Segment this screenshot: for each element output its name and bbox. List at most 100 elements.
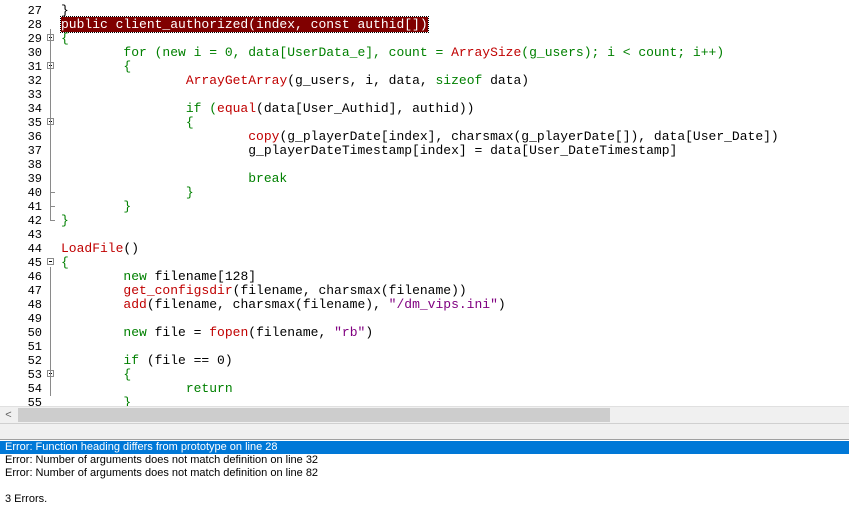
code-token: get_configsdir bbox=[61, 283, 233, 298]
code-line[interactable]: 52 if (file == 0) bbox=[0, 353, 849, 369]
code-token: { bbox=[61, 59, 132, 74]
code-text[interactable]: g_playerDateTimestamp[index] = data[User… bbox=[61, 144, 677, 158]
code-line[interactable]: 42} bbox=[0, 214, 849, 229]
code-token: equal bbox=[217, 101, 257, 116]
code-text[interactable]: { bbox=[61, 60, 131, 74]
panel-splitter[interactable] bbox=[0, 423, 849, 440]
code-text[interactable]: new filename[128] bbox=[61, 270, 256, 284]
code-line[interactable]: 45 { bbox=[0, 256, 849, 271]
code-text[interactable]: { bbox=[61, 368, 131, 382]
code-text[interactable]: copy(g_playerDate[index], charsmax(g_pla… bbox=[61, 130, 779, 144]
code-line[interactable]: 48 add(filename, charsmax(filename), "/d… bbox=[0, 297, 849, 313]
highlighted-code: public client_authorized(index, const au… bbox=[60, 16, 429, 33]
code-line[interactable]: 47 get_configsdir(filename, charsmax(fil… bbox=[0, 283, 849, 299]
code-line[interactable]: 37 g_playerDateTimestamp[index] = data[U… bbox=[0, 144, 849, 159]
code-token: (file == 0) bbox=[139, 353, 233, 368]
line-number: 49 bbox=[27, 312, 42, 326]
code-line[interactable]: 46 new filename[128] bbox=[0, 270, 849, 285]
code-text[interactable]: { bbox=[61, 32, 69, 46]
line-number: 31 bbox=[27, 60, 42, 74]
code-line[interactable]: 51 bbox=[0, 340, 849, 354]
code-line[interactable]: 39 break bbox=[0, 172, 849, 187]
code-line[interactable]: 36 copy(g_playerDate[index], charsmax(g_… bbox=[0, 130, 849, 145]
code-line[interactable]: 31 { bbox=[0, 60, 849, 75]
code-token: (filename, bbox=[248, 325, 335, 340]
code-text[interactable]: if (equal(data[User_Authid], authid)) bbox=[61, 101, 475, 116]
code-text[interactable]: } bbox=[61, 396, 131, 407]
code-line[interactable]: 30 for (new i = 0, data[UserData_e], cou… bbox=[0, 46, 849, 61]
code-text[interactable]: new file = fopen(filename, "rb") bbox=[61, 326, 373, 340]
code-editor[interactable]: 27} 28 public client_authorized(index, con… bbox=[0, 0, 849, 406]
error-message[interactable]: Error: Function heading differs from pro… bbox=[0, 441, 849, 454]
code-token: (data[User_Authid], authid)) bbox=[256, 101, 475, 116]
code-line[interactable]: 44 LoadFile() bbox=[0, 242, 849, 257]
output-panel[interactable]: Error: Function heading differs from pro… bbox=[0, 440, 849, 511]
line-number: 48 bbox=[27, 298, 42, 312]
code-line[interactable]: 43 bbox=[0, 228, 849, 242]
code-text[interactable]: } bbox=[61, 200, 131, 214]
code-line[interactable]: 38 bbox=[0, 158, 849, 172]
code-text[interactable]: { bbox=[61, 256, 69, 270]
code-token: "/dm_vips.ini" bbox=[388, 297, 498, 312]
code-line[interactable]: 32 ArrayGetArray(g_users, i, data, sizeo… bbox=[0, 74, 849, 89]
code-text[interactable]: add(filename, charsmax(filename), "/dm_v… bbox=[61, 297, 505, 312]
horizontal-scrollbar[interactable]: < bbox=[0, 406, 849, 423]
code-line[interactable]: 29 { bbox=[0, 32, 849, 47]
code-token: } bbox=[61, 3, 69, 18]
code-token: (g_users); i < count; i++) bbox=[521, 45, 725, 60]
code-line[interactable]: 27} bbox=[0, 4, 849, 19]
code-token: LoadFile bbox=[61, 241, 124, 256]
code-text[interactable]: if (file == 0) bbox=[61, 353, 233, 368]
line-number: 40 bbox=[27, 186, 42, 200]
code-line[interactable]: 41 } bbox=[0, 200, 849, 215]
line-number: 35 bbox=[27, 116, 42, 130]
code-token: () bbox=[123, 241, 140, 256]
code-text[interactable]: for (new i = 0, data[UserData_e], count … bbox=[61, 46, 724, 60]
code-text[interactable]: } bbox=[61, 186, 194, 200]
scroll-left-arrow-icon[interactable]: < bbox=[0, 407, 17, 423]
error-message[interactable]: Error: Number of arguments does not matc… bbox=[0, 454, 849, 467]
line-number: 50 bbox=[27, 326, 42, 340]
line-number: 33 bbox=[27, 88, 42, 102]
code-text[interactable]: LoadFile() bbox=[61, 242, 139, 256]
code-line[interactable]: 35 { bbox=[0, 116, 849, 131]
code-token: (g_playerDate[index], charsmax(g_playerD… bbox=[279, 129, 779, 144]
code-line[interactable]: 53 { bbox=[0, 368, 849, 383]
line-number: 29 bbox=[27, 32, 42, 46]
code-line[interactable]: 40 } bbox=[0, 186, 849, 201]
code-text[interactable]: ArrayGetArray(g_users, i, data, sizeof d… bbox=[61, 74, 529, 88]
scrollbar-thumb[interactable] bbox=[18, 408, 610, 422]
code-line[interactable]: 50 new file = fopen(filename, "rb") bbox=[0, 326, 849, 341]
code-token: (filename, charsmax(filename)) bbox=[232, 283, 467, 298]
line-number: 47 bbox=[27, 284, 42, 298]
code-line[interactable]: 34 if (equal(data[User_Authid], authid)) bbox=[0, 101, 849, 117]
code-text[interactable]: get_configsdir(filename, charsmax(filena… bbox=[61, 283, 467, 298]
line-number: 51 bbox=[27, 340, 42, 354]
code-text[interactable]: public client_authorized(index, const au… bbox=[60, 16, 429, 33]
code-token: if ( bbox=[61, 101, 218, 116]
line-number: 39 bbox=[27, 172, 42, 186]
code-text[interactable]: break bbox=[61, 172, 287, 186]
code-token: g_playerDateTimestamp[index] = data[User… bbox=[61, 143, 678, 158]
error-message[interactable]: Error: Number of arguments does not matc… bbox=[0, 467, 849, 480]
line-number: 28 bbox=[27, 18, 42, 32]
code-text[interactable]: } bbox=[61, 4, 69, 18]
code-line[interactable]: 54 return bbox=[0, 382, 849, 397]
code-line[interactable]: 49 bbox=[0, 312, 849, 326]
code-line[interactable]: 55 } bbox=[0, 396, 849, 407]
code-token: { bbox=[61, 255, 69, 270]
line-number: 34 bbox=[27, 102, 42, 116]
output-summary[interactable]: 3 Errors. bbox=[0, 493, 849, 506]
code-text[interactable]: } bbox=[61, 214, 69, 228]
code-token: file = bbox=[146, 325, 210, 340]
code-text[interactable]: { bbox=[61, 116, 194, 130]
code-line[interactable]: 28 public client_authorized(index, const … bbox=[0, 16, 849, 33]
fold-collapse-icon[interactable] bbox=[47, 258, 54, 265]
code-token: } bbox=[61, 199, 132, 214]
code-token: { bbox=[61, 31, 69, 46]
code-token: break bbox=[61, 171, 288, 186]
code-text[interactable]: return bbox=[61, 382, 233, 396]
code-line[interactable]: 33 bbox=[0, 88, 849, 102]
code-token: } bbox=[61, 213, 69, 228]
